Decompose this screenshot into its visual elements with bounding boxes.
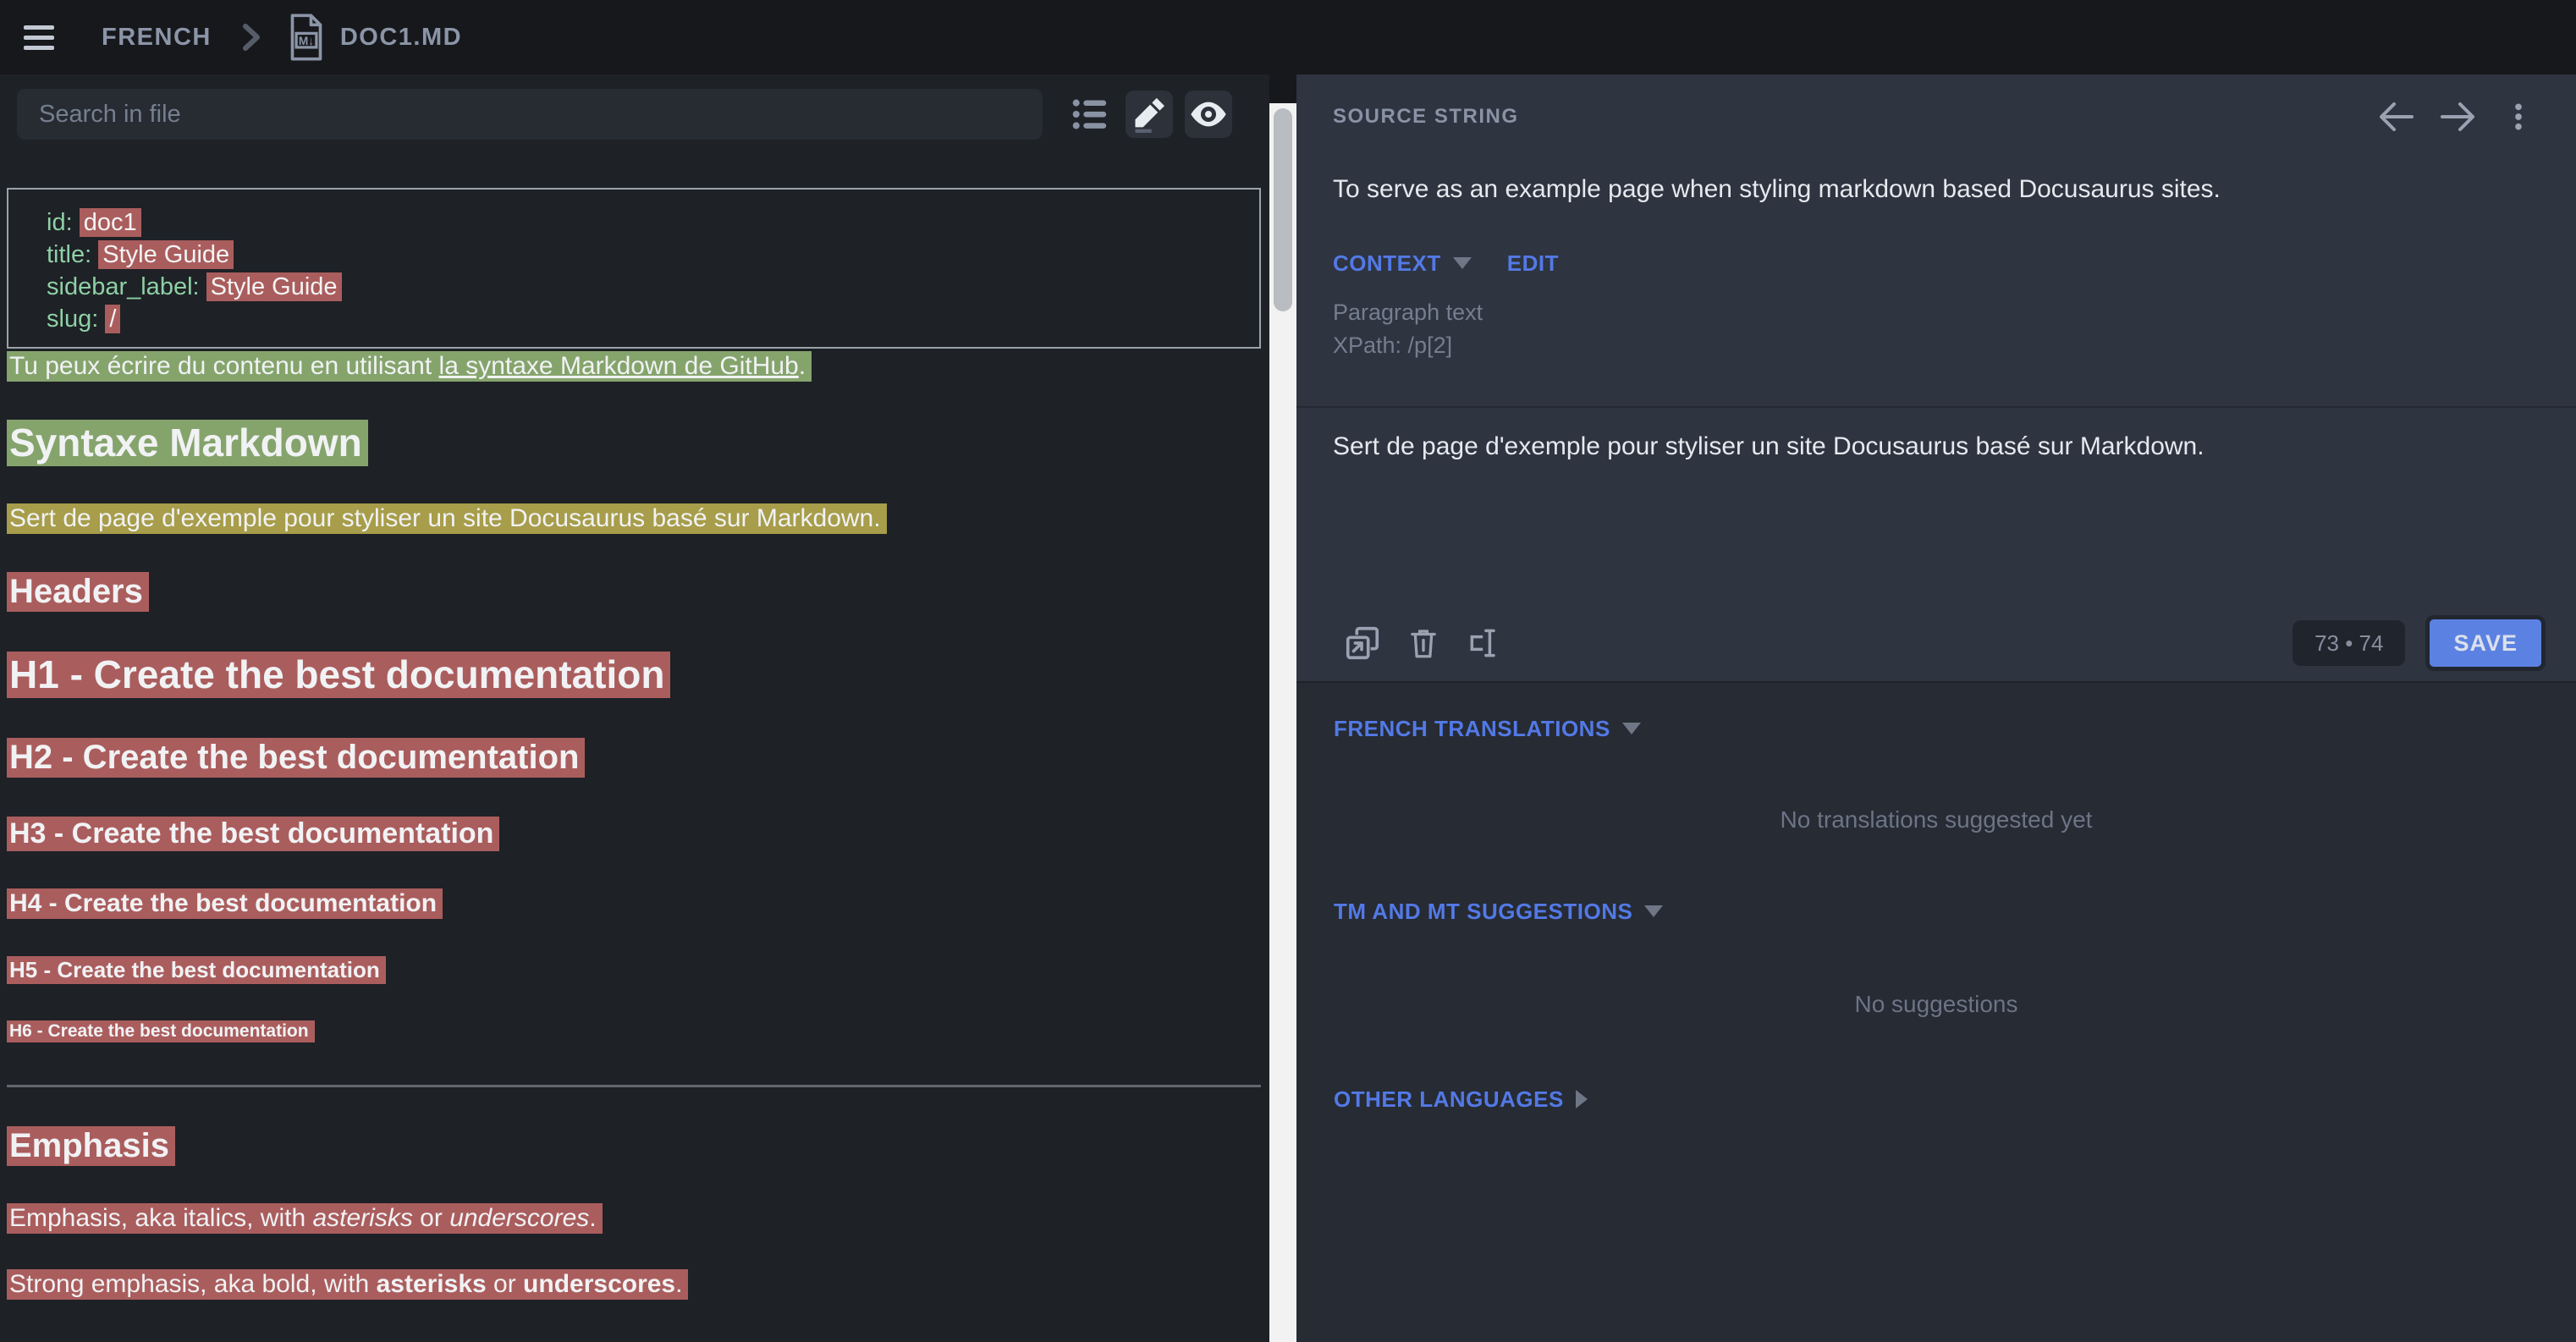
- kebab-menu-icon: [2502, 100, 2535, 134]
- breadcrumb-file[interactable]: DOC1.MD: [340, 24, 462, 52]
- previous-string-button[interactable]: [2373, 93, 2420, 140]
- doc-string-h1[interactable]: Syntaxe Markdown: [7, 415, 1269, 470]
- doc-string-h3[interactable]: H3 - Create the best documentation: [7, 812, 1269, 855]
- doc-string-h2[interactable]: Headers: [7, 567, 1269, 616]
- french-translations-toggle[interactable]: FRENCH TRANSLATIONS: [1334, 715, 2539, 742]
- divider: [1296, 406, 2576, 408]
- frontmatter-box: id: doc1title: Style Guidesidebar_label:…: [7, 188, 1261, 349]
- doc-string-h4[interactable]: H4 - Create the best documentation: [7, 885, 1269, 922]
- hamburger-icon: [24, 25, 54, 30]
- arrow-left-icon: [2376, 96, 2417, 137]
- trash-icon: [1406, 625, 1441, 661]
- translations-empty-text: No translations suggested yet: [1334, 806, 2539, 833]
- breadcrumb-project[interactable]: FRENCH: [102, 24, 212, 52]
- doc-string-h5[interactable]: H5 - Create the best documentation: [7, 953, 1269, 987]
- doc-string-p[interactable]: Emphasis, aka italics, with asterisks or…: [7, 1201, 1269, 1236]
- eye-icon: [1189, 95, 1228, 134]
- document-scrollbar-track[interactable]: [1269, 103, 1296, 1342]
- menu-button[interactable]: [24, 17, 64, 58]
- copy-icon: [1343, 624, 1382, 663]
- suggestions-empty-text: No suggestions: [1334, 991, 2539, 1018]
- source-section: SOURCE STRING To serve as an example pag…: [1296, 74, 2576, 681]
- arrow-right-icon: [2437, 96, 2478, 137]
- select-text-button[interactable]: [1461, 619, 1508, 667]
- source-string-label: SOURCE STRING: [1333, 105, 1519, 129]
- document-preview: id: doc1title: Style Guidesidebar_label:…: [0, 144, 1269, 1342]
- list-icon: [1071, 95, 1109, 134]
- context-xpath-text: XPath: /p[2]: [1333, 329, 2540, 362]
- other-languages-toggle[interactable]: OTHER LANGUAGES: [1334, 1086, 2539, 1113]
- svg-text:M↓: M↓: [299, 35, 314, 47]
- horizontal-rule: [7, 1085, 1261, 1087]
- doc-string-h1[interactable]: H1 - Create the best documentation: [7, 646, 1269, 702]
- strings-list-button[interactable]: [1066, 91, 1114, 138]
- doc-string-h2[interactable]: H2 - Create the best documentation: [7, 733, 1269, 782]
- save-button[interactable]: SAVE: [2425, 615, 2546, 671]
- copy-source-button[interactable]: [1339, 619, 1386, 667]
- hamburger-icon: [24, 46, 54, 50]
- context-toggle[interactable]: CONTEXT: [1333, 250, 1472, 277]
- delete-translation-button[interactable]: [1400, 619, 1447, 667]
- frontmatter-line[interactable]: slug: /: [47, 303, 1259, 335]
- doc-string-h2[interactable]: Emphasis: [7, 1121, 1269, 1170]
- frontmatter-line[interactable]: sidebar_label: Style Guide: [47, 271, 1259, 303]
- translation-panel: SOURCE STRING To serve as an example pag…: [1296, 74, 2576, 1342]
- search-input[interactable]: [17, 89, 1043, 140]
- source-string-text: To serve as an example page when styling…: [1296, 171, 2576, 208]
- doc-string-p[interactable]: Tu peux écrire du contenu en utilisant l…: [7, 349, 1269, 384]
- chevron-down-icon: [1453, 257, 1472, 269]
- chevron-down-icon: [1644, 905, 1663, 917]
- text-cursor-icon: [1466, 624, 1503, 662]
- translation-input[interactable]: Sert de page d'exemple pour styliser un …: [1296, 428, 2576, 469]
- edit-context-button[interactable]: EDIT: [1507, 250, 1559, 277]
- frontmatter-line[interactable]: id: doc1: [47, 206, 1259, 239]
- chevron-down-icon: [1622, 723, 1641, 734]
- next-string-button[interactable]: [2434, 93, 2481, 140]
- char-count-badge: 73 • 74: [2293, 620, 2405, 666]
- edit-mode-button[interactable]: [1126, 91, 1173, 138]
- doc-string-p[interactable]: Sert de page d'exemple pour styliser un …: [7, 501, 1269, 536]
- context-type-text: Paragraph text: [1333, 296, 2540, 329]
- suggestions-section: FRENCH TRANSLATIONS No translations sugg…: [1296, 681, 2576, 1342]
- file-toolbar: [0, 74, 1269, 144]
- pencil-icon: [1131, 96, 1168, 133]
- document-scrollbar-thumb[interactable]: [1274, 108, 1292, 311]
- frontmatter-line[interactable]: title: Style Guide: [47, 239, 1259, 271]
- doc-string-p[interactable]: Strong emphasis, aka bold, with asterisk…: [7, 1267, 1269, 1302]
- translation-action-bar: 73 • 74 SAVE: [1296, 605, 2576, 681]
- tm-mt-suggestions-toggle[interactable]: TM AND MT SUGGESTIONS: [1334, 898, 2539, 925]
- document-panel: id: doc1title: Style Guidesidebar_label:…: [0, 74, 1269, 1342]
- chevron-right-icon: [1576, 1090, 1588, 1108]
- markdown-file-icon: M↓: [288, 13, 325, 62]
- preview-mode-button[interactable]: [1185, 91, 1232, 138]
- hamburger-icon: [24, 36, 54, 40]
- doc-string-h6[interactable]: H6 - Create the best documentation: [7, 1017, 1269, 1046]
- chevron-right-icon: [242, 23, 261, 52]
- more-menu-button[interactable]: [2495, 93, 2542, 140]
- topbar: FRENCH M↓ DOC1.MD: [0, 0, 2576, 74]
